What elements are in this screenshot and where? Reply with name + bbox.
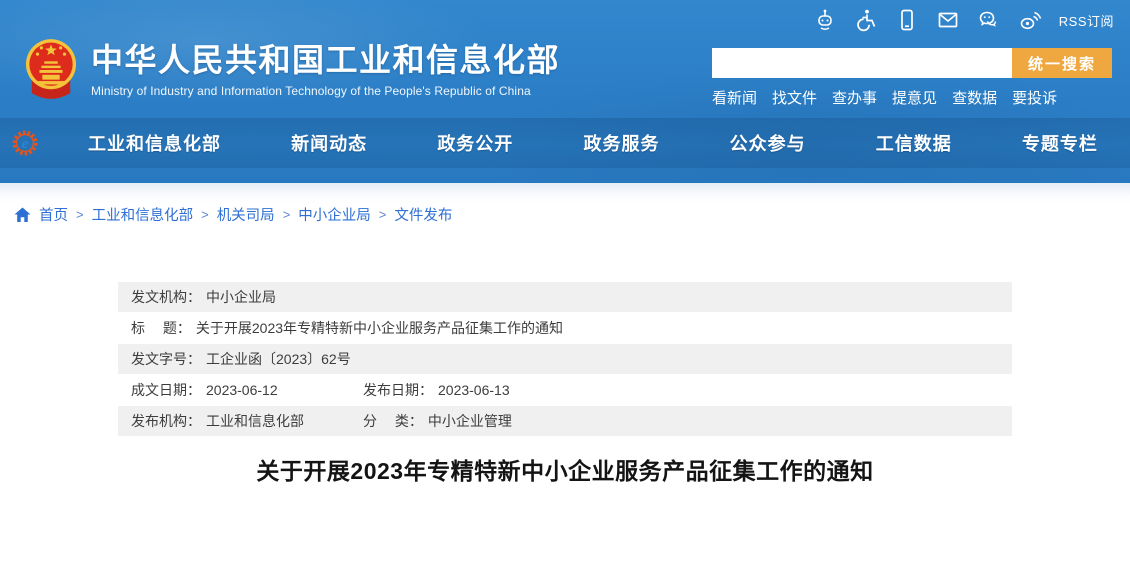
meta-label: 成文日期： bbox=[131, 382, 201, 398]
meta-label: 发布日期： bbox=[363, 382, 433, 398]
topbar: RSS订阅 bbox=[813, 7, 1114, 33]
quick-link-feedback[interactable]: 提意见 bbox=[892, 87, 937, 108]
site-brand: 中华人民共和国工业和信息化部 Ministry of Industry and … bbox=[25, 36, 560, 104]
quick-link-news[interactable]: 看新闻 bbox=[712, 87, 757, 108]
national-emblem-icon bbox=[25, 39, 77, 99]
nav-items: 工业和信息化部 新闻动态 政务公开 政务服务 公众参与 工信数据 专题专栏 bbox=[88, 118, 1098, 168]
article-title: 关于开展2023年专精特新中小企业服务产品征集工作的通知 bbox=[256, 458, 874, 484]
meta-value: 2023-06-13 bbox=[438, 382, 510, 398]
site-title-en: Ministry of Industry and Information Tec… bbox=[91, 83, 531, 98]
breadcrumb-item-sme-bureau[interactable]: 中小企业局 bbox=[298, 204, 371, 225]
accessibility-icon[interactable] bbox=[854, 8, 878, 32]
breadcrumb-separator: > bbox=[282, 207, 291, 222]
breadcrumb-item-home[interactable]: 首页 bbox=[39, 204, 68, 225]
meta-label: 发文字号： bbox=[131, 351, 201, 367]
meta-label: 发文机构： bbox=[131, 289, 201, 305]
search-area: 统一搜索 看新闻 找文件 查办事 提意见 查数据 要投诉 bbox=[712, 48, 1112, 108]
meta-value: 关于开展2023年专精特新中小企业服务产品征集工作的通知 bbox=[195, 320, 564, 336]
meta-label: 分 类： bbox=[363, 413, 423, 429]
meta-label: 发布机构： bbox=[131, 413, 201, 429]
meta-row-issuing-office: 发文机构： 中小企业局 bbox=[118, 282, 1012, 312]
site-title-zh: 中华人民共和国工业和信息化部 bbox=[91, 42, 561, 78]
meta-value: 中小企业管理 bbox=[427, 413, 512, 429]
main-nav: e 工业和信息化部 新闻动态 政务公开 政务服务 公众参与 工信数据 专题专栏 bbox=[0, 118, 1130, 168]
breadcrumb-separator: > bbox=[76, 207, 84, 222]
mobile-icon[interactable] bbox=[895, 8, 919, 32]
wechat-icon[interactable] bbox=[977, 8, 1001, 32]
nav-item-miit[interactable]: 工业和信息化部 bbox=[88, 130, 221, 156]
miit-e-logo-icon: e bbox=[12, 130, 38, 156]
meta-row-dates: 成文日期： 2023-06-12 发布日期： 2023-06-13 bbox=[118, 375, 1012, 405]
breadcrumb-item-document-release[interactable]: 文件发布 bbox=[394, 204, 452, 225]
robot-icon[interactable] bbox=[813, 8, 837, 32]
document-meta-table: 发文机构： 中小企业局 标 题： 关于开展2023年专精特新中小企业服务产品征集工作… bbox=[118, 282, 1012, 437]
meta-row-publisher-category: 发布机构： 工业和信息化部 分 类： 中小企业管理 bbox=[118, 406, 1012, 436]
breadcrumb-separator: > bbox=[201, 207, 209, 222]
nav-item-news[interactable]: 新闻动态 bbox=[291, 130, 367, 156]
breadcrumb-item-miit[interactable]: 工业和信息化部 bbox=[92, 204, 194, 225]
brand-text: 中华人民共和国工业和信息化部 Ministry of Industry and … bbox=[91, 36, 560, 98]
site-header: RSS订阅 中华人民共和国工业和信息化部 Ministry of Industr… bbox=[0, 0, 1130, 183]
weibo-icon[interactable] bbox=[1018, 8, 1042, 32]
meta-value: 工业和信息化部 bbox=[206, 413, 304, 429]
meta-label: 标 题： bbox=[131, 320, 191, 336]
breadcrumb: 首页 > 工业和信息化部 > 机关司局 > 中小企业局 > 文件发布 bbox=[14, 204, 452, 225]
breadcrumb-separator: > bbox=[378, 207, 387, 222]
quick-link-data[interactable]: 查数据 bbox=[952, 87, 997, 108]
nav-item-participation[interactable]: 公众参与 bbox=[730, 130, 806, 156]
nav-item-gov-services[interactable]: 政务服务 bbox=[583, 130, 659, 156]
meta-value: 中小企业局 bbox=[206, 289, 276, 305]
meta-value: 2023-06-12 bbox=[206, 382, 278, 398]
quick-link-documents[interactable]: 找文件 bbox=[772, 87, 817, 108]
home-icon[interactable] bbox=[14, 207, 31, 223]
breadcrumb-item-departments[interactable]: 机关司局 bbox=[217, 204, 275, 225]
nav-item-gov-info[interactable]: 政务公开 bbox=[437, 130, 513, 156]
rss-subscribe-link[interactable]: RSS订阅 bbox=[1059, 11, 1114, 30]
search-input[interactable] bbox=[712, 48, 1012, 78]
nav-item-data[interactable]: 工信数据 bbox=[876, 130, 952, 156]
unified-search-button[interactable]: 统一搜索 bbox=[1012, 48, 1112, 78]
header-gradient-strip bbox=[0, 183, 1130, 205]
email-icon[interactable] bbox=[936, 8, 960, 32]
meta-row-title: 标 题： 关于开展2023年专精特新中小企业服务产品征集工作的通知 bbox=[118, 313, 1012, 343]
quick-link-complaint[interactable]: 要投诉 bbox=[1012, 87, 1057, 108]
meta-row-doc-number: 发文字号： 工企业函〔2023〕62号 bbox=[118, 344, 1012, 374]
quick-link-services[interactable]: 查办事 bbox=[832, 87, 877, 108]
page: RSS订阅 中华人民共和国工业和信息化部 Ministry of Industr… bbox=[0, 0, 1130, 566]
quick-links: 看新闻 找文件 查办事 提意见 查数据 要投诉 bbox=[712, 87, 1112, 108]
meta-value: 工企业函〔2023〕62号 bbox=[206, 351, 351, 367]
nav-item-topics[interactable]: 专题专栏 bbox=[1022, 130, 1098, 156]
svg-text:e: e bbox=[22, 136, 29, 152]
